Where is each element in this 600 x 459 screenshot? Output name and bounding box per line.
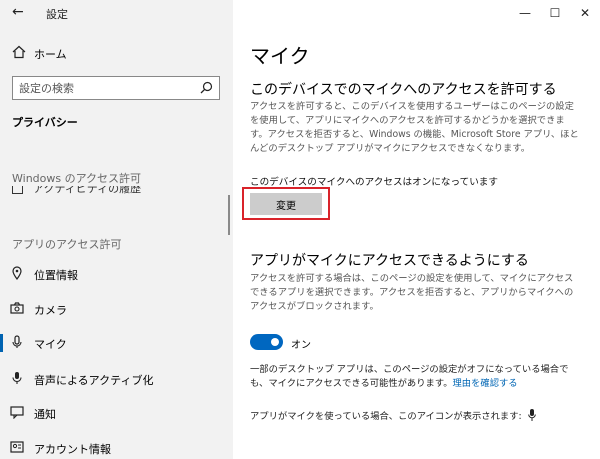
search-icon[interactable] [200, 81, 213, 94]
location-icon [12, 266, 22, 280]
change-button[interactable]: 変更 [250, 193, 322, 215]
sidebar-item-microphone[interactable]: マイク [0, 330, 233, 356]
sidebar-item-label: アカウント情報 [34, 443, 111, 456]
sidebar: ← 設定 ホーム プライバシー Windows のアクセス許可 アクティビティの… [0, 0, 233, 459]
sidebar-item-label: カメラ [34, 304, 67, 317]
maximize-icon[interactable]: ☐ [540, 0, 570, 26]
sidebar-item-voice-activation[interactable]: 音声によるアクティブ化 [0, 366, 233, 392]
sidebar-item-label: マイク [34, 338, 67, 351]
main-content: — ☐ ✕ マイク このデバイスでのマイクへのアクセスを許可する アクセスを許可… [233, 0, 600, 459]
nav-home[interactable]: ホーム [0, 42, 233, 66]
section-app-access-heading: アプリがマイクにアクセスできるようにする [250, 253, 529, 269]
voice-activation-icon [12, 372, 22, 384]
category-heading: プライバシー [12, 116, 78, 129]
windows-permissions-header: Windows のアクセス許可 [12, 172, 142, 185]
page-title: マイク [250, 44, 310, 68]
window-controls: — ☐ ✕ [510, 0, 600, 26]
sidebar-item-activity-history[interactable]: アクティビティの履歴 [12, 186, 212, 196]
microphone-icon [12, 335, 22, 348]
search-box[interactable] [12, 76, 220, 100]
section-device-access-description: アクセスを許可すると、このデバイスを使用するユーザーはこのページの設定を使用して… [250, 101, 579, 154]
sidebar-item-label: 位置情報 [34, 269, 78, 282]
search-input[interactable] [13, 77, 193, 99]
toggle-knob [271, 338, 279, 346]
camera-icon [10, 302, 24, 314]
app-permissions-header: アプリのアクセス許可 [12, 238, 122, 251]
sidebar-scrollbar[interactable] [228, 195, 230, 235]
app-access-toggle[interactable] [250, 334, 283, 350]
learn-why-link[interactable]: 理由を確認する [453, 378, 518, 389]
sidebar-item-label: アクティビティの履歴 [33, 186, 142, 195]
activity-history-icon [12, 186, 23, 194]
sidebar-item-location[interactable]: 位置情報 [0, 261, 233, 287]
sidebar-item-label: 通知 [34, 408, 56, 421]
sidebar-item-camera[interactable]: カメラ [0, 296, 233, 322]
close-icon[interactable]: ✕ [570, 0, 600, 26]
titlebar: ← 設定 [0, 0, 233, 26]
sidebar-item-account-info[interactable]: アカウント情報 [0, 435, 233, 459]
desktop-apps-note: 一部のデスクトップ アプリは、このページの設定がオフになっている場合でも、マイク… [250, 363, 585, 391]
sidebar-item-label: 音声によるアクティブ化 [34, 374, 154, 387]
sidebar-item-notifications[interactable]: 通知 [0, 400, 233, 426]
mic-icon-note: アプリがマイクを使っている場合、このアイコンが表示されます: [250, 408, 536, 422]
toggle-state-label: オン [291, 340, 311, 351]
desktop-apps-note-text: 一部のデスクトップ アプリは、このページの設定がオフになっている場合でも、マイク… [250, 364, 569, 389]
account-icon [10, 441, 24, 453]
mic-icon-note-text: アプリがマイクを使っている場合、このアイコンが表示されます: [250, 411, 522, 422]
section-device-access-heading: このデバイスでのマイクへのアクセスを許可する [250, 82, 557, 98]
home-icon [12, 45, 26, 59]
window-title: 設定 [46, 8, 68, 21]
minimize-icon[interactable]: — [510, 0, 540, 26]
nav-home-label: ホーム [34, 48, 67, 61]
notification-icon [10, 406, 24, 419]
back-arrow-icon[interactable]: ← [12, 4, 24, 20]
change-button-highlight: 変更 [242, 187, 330, 220]
device-access-status: このデバイスのマイクへのアクセスはオンになっています [250, 177, 498, 188]
section-app-access-description: アクセスを許可する場合は、このページの設定を使用して、マイクにアクセスできるアプ… [250, 273, 574, 312]
microphone-icon [527, 409, 536, 421]
